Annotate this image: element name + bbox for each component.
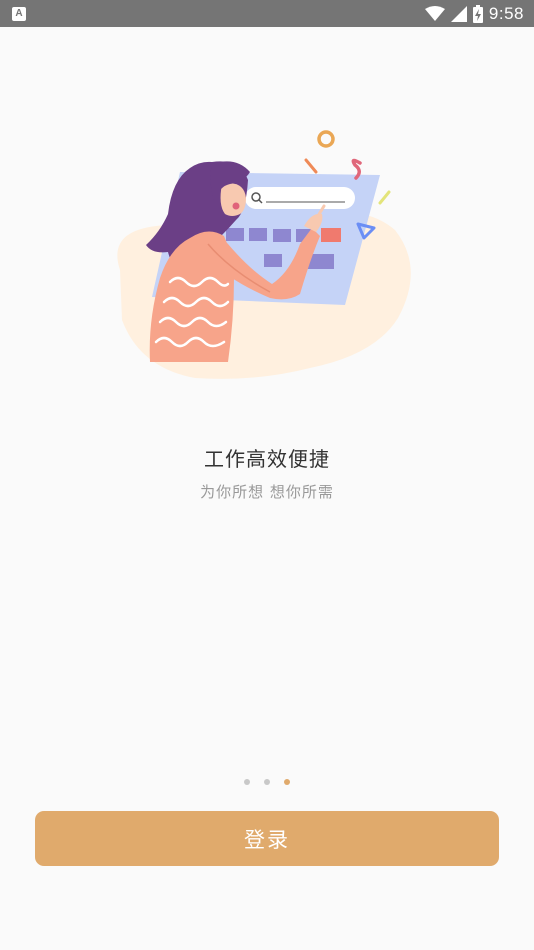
battery-charging-icon [472,4,483,23]
onboarding-title: 工作高效便捷 [204,447,330,471]
confetti-ring [317,130,335,148]
page-indicator [0,779,534,785]
notification-icon: A [12,6,26,21]
page-dot-1[interactable] [244,779,250,785]
woman-face [220,183,246,216]
confetti-stick [304,158,318,174]
cell-signal-icon [450,5,467,22]
page-dot-3-active[interactable] [284,779,290,785]
search-bar [245,187,355,209]
onboarding-illustration [117,130,411,379]
page-dot-2[interactable] [264,779,270,785]
confetti-dash [378,190,391,205]
status-bar: A 9:58 [0,0,534,27]
onboarding-subtitle: 为你所想 想你所需 [200,483,334,501]
status-time: 9:58 [488,3,524,23]
wifi-icon [424,5,445,21]
login-button[interactable]: 登录 [35,811,499,866]
